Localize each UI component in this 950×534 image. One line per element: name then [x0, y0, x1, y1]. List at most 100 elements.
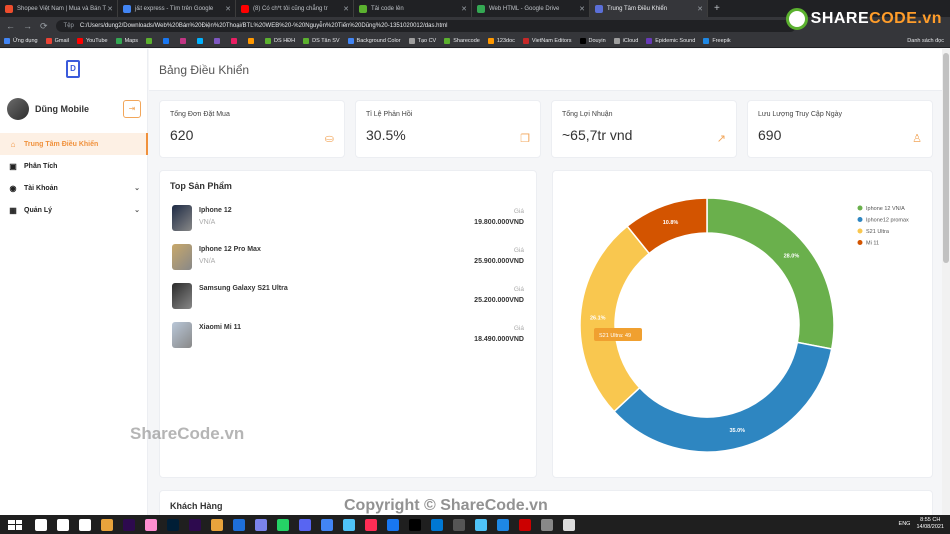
legend-marker[interactable] [857, 205, 863, 211]
bookmark-item[interactable]: 123doc [487, 38, 515, 44]
bookmark-item[interactable]: Douyin [579, 38, 606, 44]
taskbar-app-icon[interactable] [299, 518, 311, 531]
donut-slice[interactable] [613, 341, 833, 453]
taskbar-app-icon[interactable] [167, 518, 179, 531]
legend-marker[interactable] [857, 217, 863, 222]
legend-marker[interactable] [857, 240, 863, 245]
product-row[interactable]: Xiaomi Mi 11 Giá 18.490.000VND [170, 318, 526, 357]
taskbar-app-icon[interactable] [101, 518, 113, 531]
product-row[interactable]: Iphone 12 Pro Max VN/A Giá 25.900.000VND [170, 240, 526, 279]
bookmark-item[interactable]: Tạo CV [408, 38, 436, 44]
taskbar-app-icon[interactable] [57, 518, 69, 531]
taskbar-app-icon[interactable] [123, 518, 135, 531]
taskbar-app-icon[interactable] [475, 518, 487, 531]
tab-close-icon[interactable]: ✕ [107, 5, 113, 13]
tab-close-icon[interactable]: ✕ [225, 5, 231, 13]
clock-date: 14/08/2021 [916, 524, 944, 530]
bookmark-item[interactable]: VietNam Editors [522, 38, 572, 44]
taskbar-app-icon[interactable] [35, 518, 47, 531]
bookmark-item[interactable]: Epidemic Sound [646, 38, 695, 44]
legend-label[interactable]: Iphone 12 VN/A [866, 206, 905, 212]
taskbar-app-icon[interactable] [387, 518, 399, 531]
legend-label[interactable]: Mi 11 [866, 241, 879, 247]
taskbar-app-icon[interactable] [255, 518, 267, 531]
slice-data-label: 10.8% [663, 220, 679, 226]
browser-tab[interactable]: (8) Có ch*t tôi cũng chẳng tr ✕ [236, 0, 354, 17]
taskbar-app-icon[interactable] [563, 518, 575, 531]
forward-icon[interactable]: → [23, 21, 32, 31]
bookmark-item[interactable]: Sharecode [444, 38, 480, 44]
bookmark-item[interactable] [180, 38, 189, 44]
bookmark-item[interactable]: DS HĐH [265, 38, 295, 44]
tab-close-icon[interactable]: ✕ [579, 5, 585, 13]
back-icon[interactable]: ← [6, 21, 15, 31]
product-name: Samsung Galaxy S21 Ultra [199, 285, 288, 292]
clock[interactable]: 8:55 CH 14/08/2021 [916, 517, 944, 531]
scrollbar-thumb[interactable] [943, 53, 949, 263]
bookmark-item[interactable] [163, 38, 172, 44]
bookmark-item[interactable] [146, 38, 155, 44]
reload-icon[interactable]: ⟳ [40, 21, 48, 32]
windows-start-icon[interactable] [8, 519, 22, 530]
language-indicator[interactable]: ENG [899, 521, 911, 527]
bookmark-item[interactable]: Ứng dụng [4, 38, 38, 44]
avatar[interactable] [7, 98, 29, 120]
tab-close-icon[interactable]: ✕ [461, 5, 467, 13]
taskbar-app-icon[interactable] [409, 518, 421, 531]
browser-tab[interactable]: Tải code lên ✕ [354, 0, 472, 17]
legend-label[interactable]: S21 Ultra [866, 229, 890, 235]
browser-tab[interactable]: j&t express - Tìm trên Google ✕ [118, 0, 236, 17]
taskbar-app-icon[interactable] [343, 518, 355, 531]
url-field[interactable]: Tệp C:/Users/dung2/Downloads/Web%20Bán%2… [55, 20, 796, 32]
taskbar-app-icon[interactable] [145, 518, 157, 531]
product-row[interactable]: Iphone 12 VN/A Giá 19.800.000VND [170, 201, 526, 240]
tab-close-icon[interactable]: ✕ [343, 5, 349, 13]
legend-label[interactable]: Iphone12 promax [866, 218, 909, 224]
taskbar-app-icon[interactable] [321, 518, 333, 531]
bookmark-item[interactable] [231, 38, 240, 44]
bookmark-item[interactable]: YouTube [76, 38, 108, 44]
logout-button[interactable]: ⇥ [123, 100, 141, 118]
bookmark-item[interactable]: Freepik [703, 38, 731, 44]
chevron-down-icon[interactable]: ⌄ [134, 184, 140, 192]
browser-tab[interactable]: Trung Tâm Điều Khiển ✕ [590, 0, 708, 17]
tab-close-icon[interactable]: ✕ [697, 5, 703, 13]
taskbar-app-icon[interactable] [79, 518, 91, 531]
page-scrollbar[interactable] [942, 49, 950, 515]
taskbar-app-icon[interactable] [431, 518, 443, 531]
donut-slice[interactable] [706, 197, 835, 350]
bookmark-item[interactable] [248, 38, 257, 44]
browser-tab[interactable]: Web HTML - Google Drive ✕ [472, 0, 590, 17]
product-row[interactable]: Samsung Galaxy S21 Ultra Giá 25.200.000VND [170, 279, 526, 318]
chevron-down-icon[interactable]: ⌄ [134, 206, 140, 214]
bookmark-item[interactable]: Maps [115, 38, 138, 44]
sidebar-item[interactable]: ▦ Quản Lý ⌄ [0, 199, 148, 221]
sidebar-item-label: Tài Khoản [24, 184, 58, 192]
legend-marker[interactable] [857, 228, 863, 234]
brand-logo-icon[interactable]: D [66, 60, 80, 78]
sidebar-item[interactable]: ◉ Tài Khoản ⌄ [0, 177, 148, 199]
taskbar-app-icon[interactable] [365, 518, 377, 531]
bookmark-item[interactable]: DS Tân SV [303, 38, 340, 44]
sidebar-item[interactable]: ⌂ Trung Tâm Điều Khiển [0, 133, 148, 155]
sidebar-item[interactable]: ▣ Phân Tích [0, 155, 148, 177]
bookmark-item[interactable]: iCloud [613, 38, 638, 44]
taskbar-app-icon[interactable] [519, 518, 531, 531]
bookmark-favicon-icon [76, 38, 83, 44]
bookmark-item[interactable] [214, 38, 223, 44]
tab-favicon-icon [123, 4, 131, 13]
reading-list[interactable]: Danh sách đọc [907, 38, 944, 44]
taskbar-app-icon[interactable] [211, 518, 223, 531]
taskbar-app-icon[interactable] [453, 518, 465, 531]
taskbar-app-icon[interactable] [277, 518, 289, 531]
taskbar-app-icon[interactable] [541, 518, 553, 531]
bookmark-item[interactable]: Gmail [45, 38, 69, 44]
browser-tab[interactable]: Shopee Việt Nam | Mua và Bán T ✕ [0, 0, 118, 17]
taskbar-app-icon[interactable] [497, 518, 509, 531]
taskbar-app-icon[interactable] [233, 518, 245, 531]
bookmark-item[interactable] [197, 38, 206, 44]
taskbar-app-icon[interactable] [189, 518, 201, 531]
bookmark-item[interactable]: Background Color [347, 38, 401, 44]
new-tab-button[interactable]: + [708, 3, 726, 14]
bookmark-label: Ứng dụng [13, 38, 38, 44]
